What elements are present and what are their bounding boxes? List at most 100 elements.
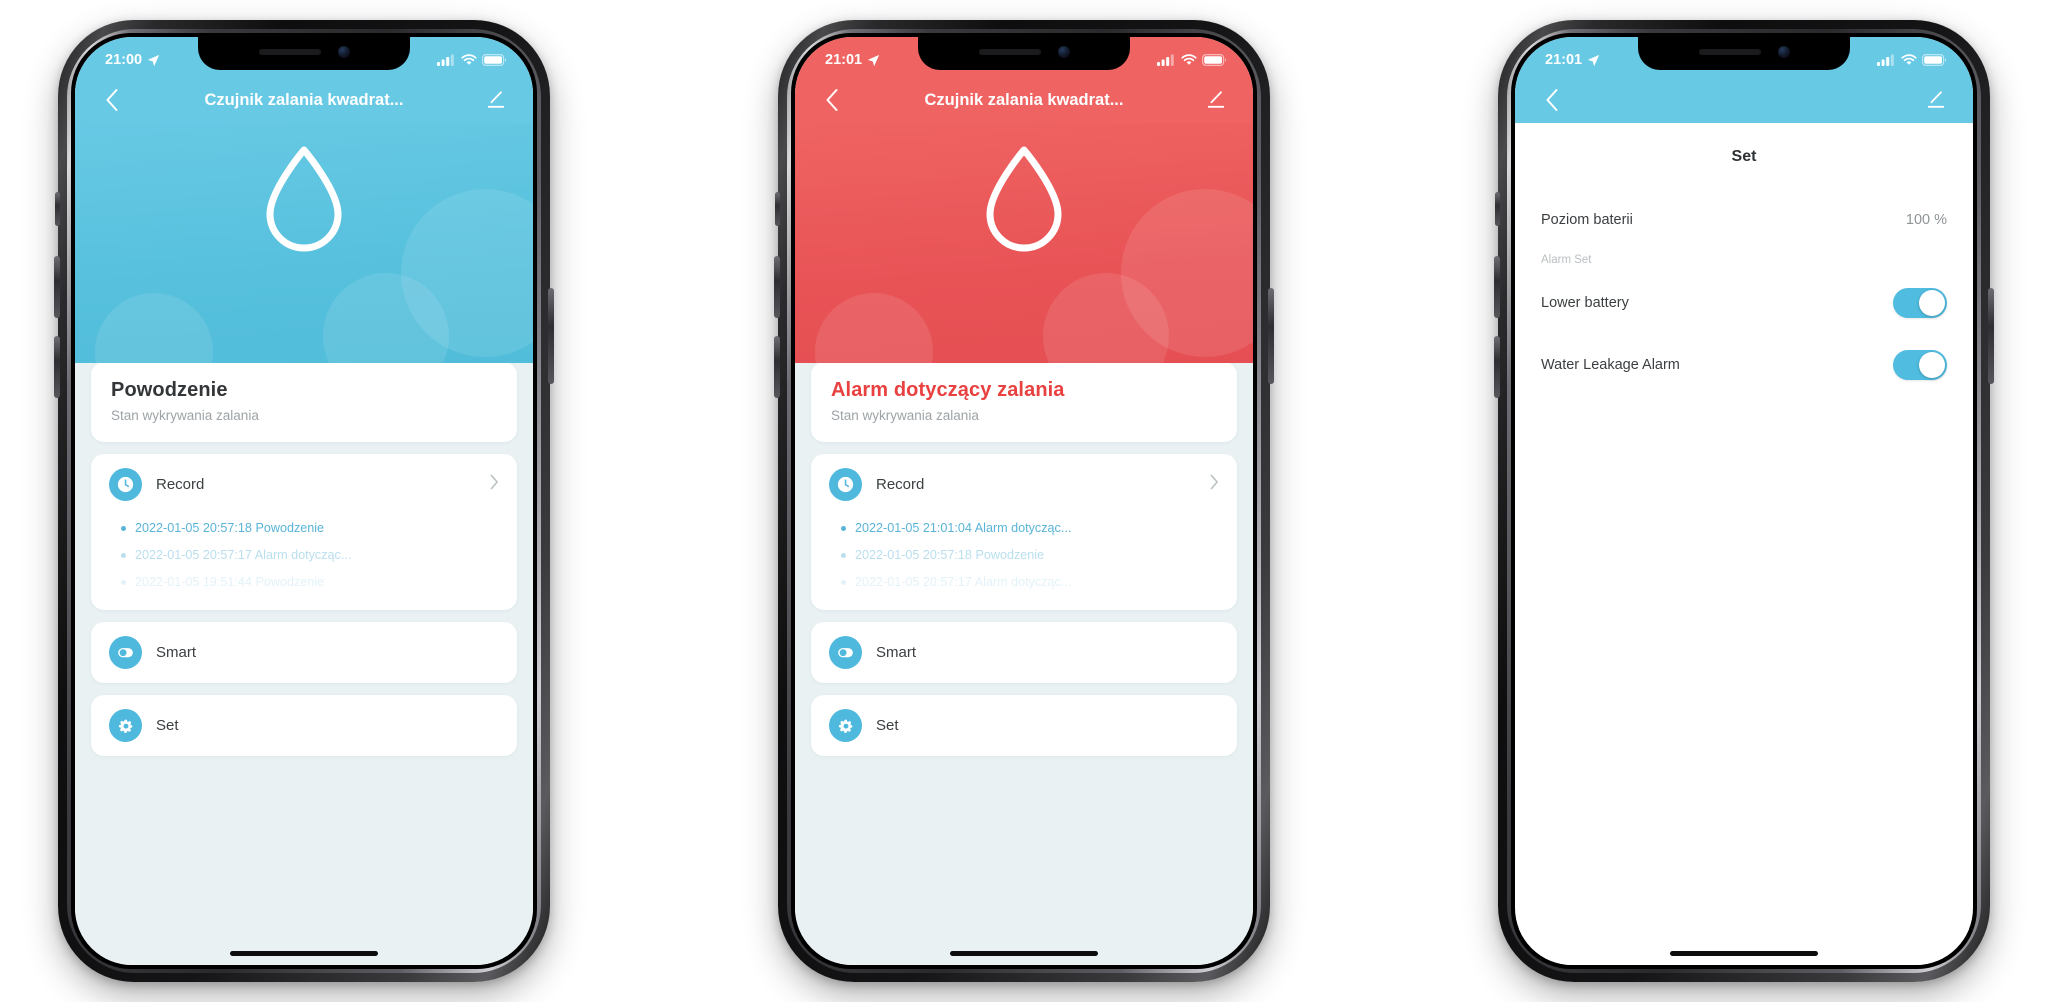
volume-up-button[interactable] [54, 256, 60, 318]
back-button[interactable] [1535, 83, 1569, 117]
device-state-hero [75, 123, 533, 363]
volume-down-button[interactable] [1494, 336, 1500, 398]
device-state-card[interactable]: Powodzenie Stan wykrywania zalania [91, 363, 517, 442]
decor-bubble [815, 293, 933, 363]
home-indicator[interactable] [230, 951, 378, 956]
power-button[interactable] [548, 288, 554, 384]
status-bar-left: 21:01 [825, 52, 880, 68]
chevron-left-icon [826, 89, 838, 111]
set-label: Set [156, 717, 179, 734]
smart-card[interactable]: Smart [811, 622, 1237, 683]
chevron-right-icon [1210, 474, 1219, 495]
battery-icon [1922, 54, 1947, 66]
volume-up-button[interactable] [1494, 256, 1500, 318]
battery-level-row: Poziom baterii 100 % [1541, 196, 1947, 244]
lower-battery-row[interactable]: Lower battery [1541, 272, 1947, 334]
toggle-switch-icon [829, 636, 862, 669]
smart-row[interactable]: Smart [91, 622, 517, 683]
nav-bar: Czujnik zalania kwadrat... [75, 77, 533, 123]
volume-up-button[interactable] [774, 256, 780, 318]
bullet-dot [121, 579, 126, 585]
water-leakage-alarm-label: Water Leakage Alarm [1541, 357, 1680, 373]
clock-icon [109, 468, 142, 501]
record-log-list: 2022-01-05 20:57:18 Powodzenie 2022-01-0… [91, 515, 517, 606]
toggle-knob [1919, 290, 1945, 316]
front-camera [337, 45, 350, 58]
back-button[interactable] [95, 83, 129, 117]
phone-screen-normal: 21:00 Czujnik zalania kwadrat... Powodze… [71, 33, 537, 969]
chevron-left-icon [1546, 89, 1558, 111]
power-button[interactable] [1988, 288, 1994, 384]
list-item[interactable]: 2022-01-05 20:57:17 Alarm dotycząc... [841, 569, 1219, 596]
log-entry-text: 2022-01-05 19:51:44 Powodzenie [135, 575, 325, 589]
log-entry-text: 2022-01-05 20:57:18 Powodzenie [135, 521, 325, 535]
earpiece-speaker [258, 48, 321, 55]
set-card[interactable]: Set [811, 695, 1237, 756]
bullet-dot [841, 552, 846, 558]
status-bar-right [437, 54, 507, 66]
smart-label: Smart [876, 644, 917, 661]
chevron-left-icon [106, 89, 118, 111]
home-indicator[interactable] [950, 951, 1098, 956]
app-viewport-settings: 21:01 Set Poziom baterii 100 % Alarm Set… [1515, 37, 1973, 965]
log-entry-text: 2022-01-05 20:57:18 Powodzenie [855, 548, 1045, 562]
edit-button[interactable] [1199, 83, 1233, 117]
list-item[interactable]: 2022-01-05 20:57:18 Powodzenie [121, 515, 499, 542]
phone-device-alarm: 21:01 Czujnik zalania kwadrat... Alarm d… [774, 20, 1274, 982]
smart-card[interactable]: Smart [91, 622, 517, 683]
status-bar-right [1877, 54, 1947, 66]
set-row[interactable]: Set [91, 695, 517, 756]
battery-level-label: Poziom baterii [1541, 212, 1633, 228]
status-time: 21:01 [825, 52, 863, 68]
list-item[interactable]: 2022-01-05 21:01:04 Alarm dotycząc... [841, 515, 1219, 542]
toggle-switch-icon [109, 636, 142, 669]
volume-down-button[interactable] [774, 336, 780, 398]
battery-level-value: 100 % [1905, 212, 1947, 228]
phone-screen-settings: 21:01 Set Poziom baterii 100 % Alarm Set… [1511, 33, 1977, 969]
mute-switch[interactable] [55, 192, 60, 226]
list-item[interactable]: 2022-01-05 20:57:18 Powodzenie [841, 542, 1219, 569]
status-time: 21:01 [1545, 52, 1583, 68]
record-card: Record 2022-01-05 20:57:18 Powodzenie 20… [91, 454, 517, 610]
power-button[interactable] [1268, 288, 1274, 384]
mute-switch[interactable] [775, 192, 780, 226]
mute-switch[interactable] [1495, 192, 1500, 226]
list-item[interactable]: 2022-01-05 20:57:17 Alarm dotycząc... [121, 542, 499, 569]
device-state-subtitle: Stan wykrywania zalania [831, 408, 979, 423]
back-button[interactable] [815, 83, 849, 117]
set-row[interactable]: Set [811, 695, 1237, 756]
home-indicator[interactable] [1670, 951, 1818, 956]
edit-button[interactable] [479, 83, 513, 117]
decor-bubble [95, 293, 213, 363]
pencil-edit-icon [1927, 91, 1945, 108]
location-arrow-icon [867, 54, 880, 66]
smart-row[interactable]: Smart [811, 622, 1237, 683]
toggle-knob [1919, 352, 1945, 378]
notch [1638, 37, 1850, 70]
record-row[interactable]: Record [811, 454, 1237, 515]
lower-battery-toggle[interactable] [1893, 288, 1947, 318]
record-label: Record [876, 476, 925, 493]
record-card: Record 2022-01-05 21:01:04 Alarm dotyczą… [811, 454, 1237, 610]
location-arrow-icon [147, 54, 160, 66]
wifi-icon [461, 54, 477, 65]
edit-button[interactable] [1919, 83, 1953, 117]
location-arrow-icon [1587, 54, 1600, 66]
device-state-hero [795, 123, 1253, 363]
device-state-subtitle: Stan wykrywania zalania [111, 408, 259, 423]
water-leakage-alarm-row[interactable]: Water Leakage Alarm [1541, 334, 1947, 396]
record-row[interactable]: Record [91, 454, 517, 515]
bullet-dot [121, 552, 126, 558]
set-card[interactable]: Set [91, 695, 517, 756]
phone-device-normal: 21:00 Czujnik zalania kwadrat... Powodze… [54, 20, 554, 982]
page-title: Czujnik zalania kwadrat... [924, 90, 1124, 109]
set-label: Set [876, 717, 899, 734]
bullet-dot [841, 525, 846, 531]
device-state-card[interactable]: Alarm dotyczący zalania Stan wykrywania … [811, 363, 1237, 442]
earpiece-speaker [1698, 48, 1761, 55]
water-leakage-alarm-toggle[interactable] [1893, 350, 1947, 380]
list-item[interactable]: 2022-01-05 19:51:44 Powodzenie [121, 569, 499, 596]
clock-icon [829, 468, 862, 501]
status-bar-left: 21:00 [105, 52, 160, 68]
volume-down-button[interactable] [54, 336, 60, 398]
